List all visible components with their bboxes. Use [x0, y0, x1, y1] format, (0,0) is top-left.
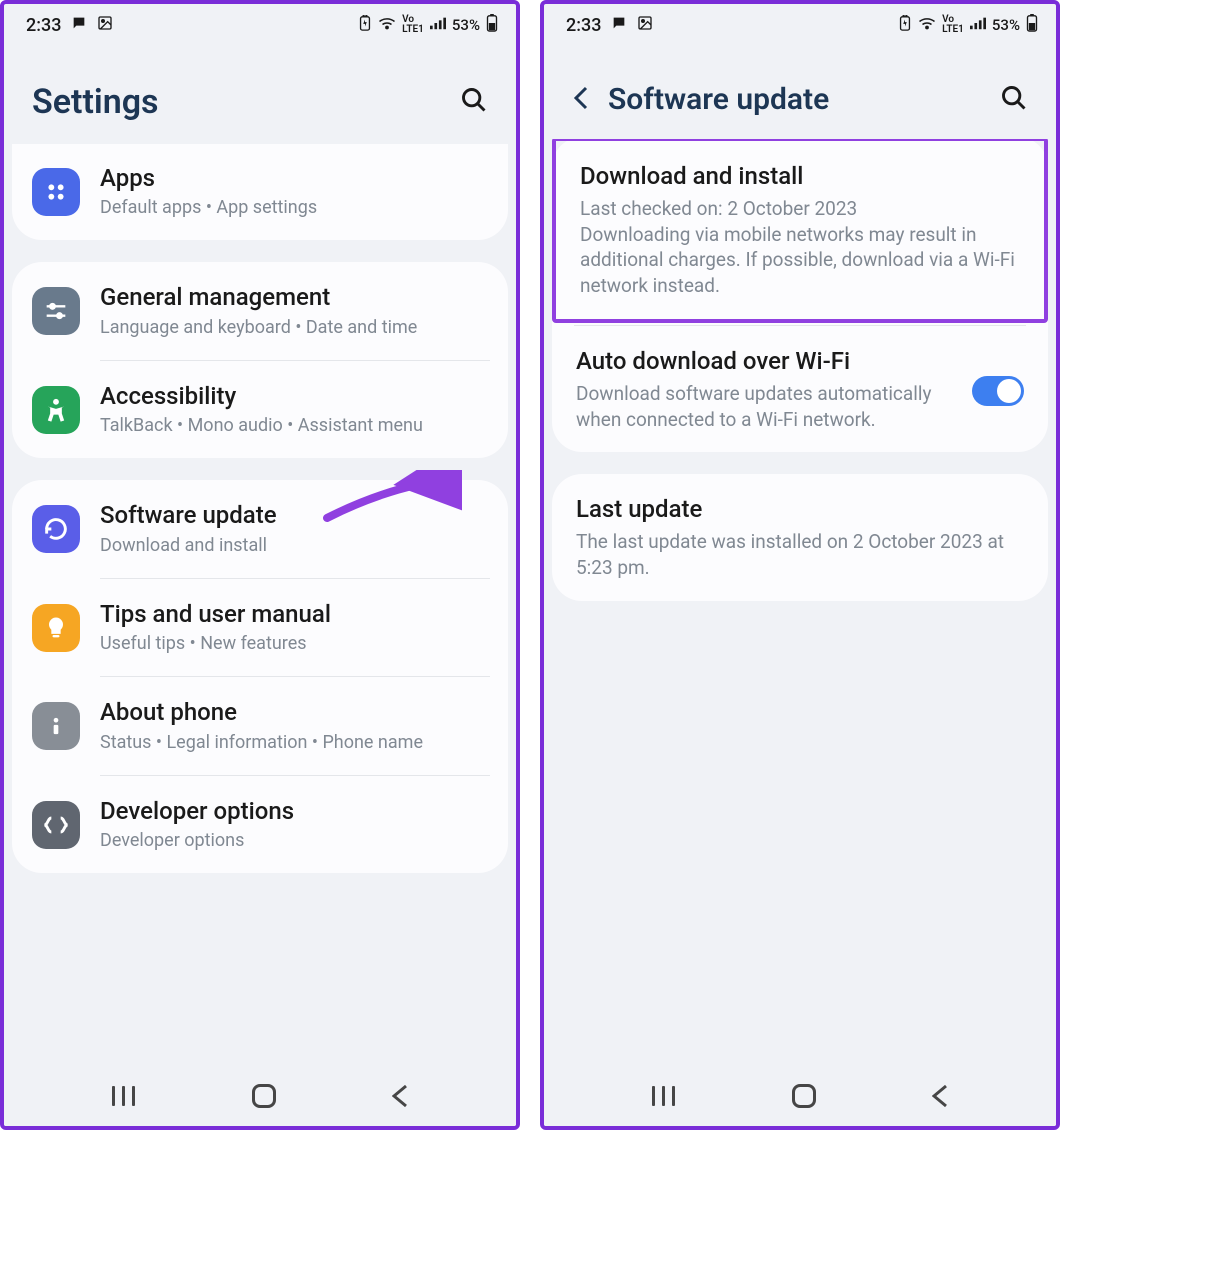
- info-icon: [32, 702, 80, 750]
- item-title: Download and install: [580, 161, 1020, 192]
- settings-group: General management Language and keyboard…: [12, 262, 508, 458]
- battery-saver-icon: [358, 15, 372, 35]
- settings-screen: 2:33 VoLTE1 53% Settings: [0, 0, 520, 1130]
- item-subtitle: TalkBack • Mono audio • Assistant menu: [100, 414, 488, 438]
- item-subtitle: Download and install: [100, 534, 488, 558]
- item-subtitle: Download software updates automatically …: [576, 381, 960, 432]
- image-icon: [97, 15, 113, 36]
- page-title: Software update: [608, 82, 829, 117]
- search-button[interactable]: [460, 86, 488, 118]
- battery-pct: 53%: [992, 16, 1020, 34]
- signal-icon: [430, 16, 446, 34]
- status-bar: 2:33 VoLTE1 53%: [4, 4, 516, 42]
- sliders-icon: [32, 287, 80, 335]
- accessibility-icon: [32, 386, 80, 434]
- battery-pct: 53%: [452, 16, 480, 34]
- auto-download-toggle[interactable]: [972, 376, 1024, 406]
- settings-item-software-update[interactable]: Software update Download and install: [12, 480, 508, 577]
- item-subtitle: Default apps • App settings: [100, 196, 488, 220]
- settings-item-accessibility[interactable]: Accessibility TalkBack • Mono audio • As…: [12, 361, 508, 458]
- battery-icon: [486, 14, 498, 36]
- settings-item-apps[interactable]: Apps Default apps • App settings: [12, 144, 508, 240]
- signal-icon: [970, 16, 986, 34]
- item-title: Tips and user manual: [100, 599, 488, 630]
- nav-recent-button[interactable]: [112, 1086, 136, 1106]
- search-button[interactable]: [1000, 84, 1028, 116]
- item-subtitle: Language and keyboard • Date and time: [100, 316, 488, 340]
- item-title: Apps: [100, 163, 488, 194]
- wifi-icon: [378, 16, 396, 34]
- update-icon: [32, 505, 80, 553]
- status-time: 2:33: [566, 15, 601, 36]
- status-bar: 2:33 VoLTE1 53%: [544, 4, 1056, 42]
- item-subtitle: The last update was installed on 2 Octob…: [576, 529, 1024, 580]
- search-icon: [1000, 84, 1028, 112]
- header: Software update: [544, 42, 1056, 139]
- settings-group: Software update Download and install Tip…: [12, 480, 508, 873]
- settings-item-developer[interactable]: Developer options Developer options: [12, 776, 508, 873]
- item-title: Software update: [100, 500, 488, 531]
- item-subtitle: Status • Legal information • Phone name: [100, 731, 488, 755]
- nav-back-button[interactable]: [932, 1084, 948, 1108]
- code-icon: [32, 801, 80, 849]
- status-time: 2:33: [26, 15, 61, 36]
- nav-home-button[interactable]: [792, 1084, 816, 1108]
- apps-icon: [32, 168, 80, 216]
- auto-download-item[interactable]: Auto download over Wi-Fi Download softwa…: [552, 326, 1048, 452]
- item-title: About phone: [100, 697, 488, 728]
- annotation-highlight: Download and install Last checked on: 2 …: [552, 139, 1048, 323]
- update-list[interactable]: Download and install Last checked on: 2 …: [544, 139, 1056, 1066]
- nav-bar: [544, 1066, 1056, 1126]
- chat-icon: [611, 15, 627, 36]
- back-button[interactable]: [572, 84, 590, 116]
- settings-item-about[interactable]: About phone Status • Legal information •…: [12, 677, 508, 774]
- item-subtitle: Developer options: [100, 829, 488, 853]
- nav-recent-button[interactable]: [652, 1086, 676, 1106]
- item-subtitle: Last checked on: 2 October 2023 Download…: [580, 196, 1020, 299]
- header: Settings: [4, 42, 516, 144]
- item-title: General management: [100, 282, 488, 313]
- lte-icon: VoLTE1: [942, 15, 964, 35]
- nav-bar: [4, 1066, 516, 1126]
- search-icon: [460, 86, 488, 114]
- page-title: Settings: [32, 82, 159, 122]
- item-title: Accessibility: [100, 381, 488, 412]
- settings-list[interactable]: Apps Default apps • App settings General…: [4, 144, 516, 1066]
- nav-back-button[interactable]: [392, 1084, 408, 1108]
- lte-icon: VoLTE1: [402, 15, 424, 35]
- chevron-left-icon: [572, 84, 590, 112]
- battery-icon: [1026, 14, 1038, 36]
- wifi-icon: [918, 16, 936, 34]
- chat-icon: [71, 15, 87, 36]
- software-update-screen: 2:33 VoLTE1 53%: [540, 0, 1060, 1130]
- item-title: Last update: [576, 494, 1024, 525]
- settings-group: Apps Default apps • App settings: [12, 144, 508, 240]
- nav-home-button[interactable]: [252, 1084, 276, 1108]
- download-install-item[interactable]: Download and install Last checked on: 2 …: [556, 141, 1044, 319]
- last-update-item[interactable]: Last update The last update was installe…: [552, 474, 1048, 600]
- item-subtitle: Useful tips • New features: [100, 632, 488, 656]
- bulb-icon: [32, 604, 80, 652]
- update-group: Download and install Last checked on: 2 …: [552, 139, 1048, 452]
- item-title: Auto download over Wi-Fi: [576, 346, 960, 377]
- settings-item-tips[interactable]: Tips and user manual Useful tips • New f…: [12, 579, 508, 676]
- update-group: Last update The last update was installe…: [552, 474, 1048, 600]
- image-icon: [637, 15, 653, 36]
- battery-saver-icon: [898, 15, 912, 35]
- settings-item-general[interactable]: General management Language and keyboard…: [12, 262, 508, 359]
- item-title: Developer options: [100, 796, 488, 827]
